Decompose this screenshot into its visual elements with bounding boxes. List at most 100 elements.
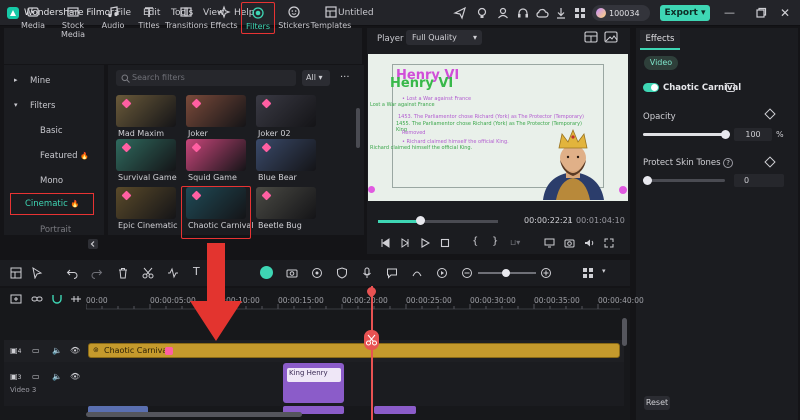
filter-tile[interactable]: Survival Game — [116, 139, 178, 182]
filter-tile[interactable]: Blue Bear — [256, 139, 318, 182]
send-icon[interactable] — [453, 6, 467, 20]
chevron-right-icon[interactable]: ▸ — [14, 76, 18, 84]
download-icon[interactable] — [554, 6, 568, 20]
volume-icon[interactable] — [584, 238, 595, 248]
preview-canvas[interactable]: Henry VI Henry VI • Lost a War against F… — [368, 54, 628, 201]
cloud-upload-icon[interactable] — [535, 6, 549, 20]
zoom-out-icon[interactable] — [461, 267, 473, 279]
eye-icon[interactable]: 👁 — [70, 372, 80, 381]
zoom-slider-handle[interactable] — [502, 269, 510, 277]
layout-icon[interactable] — [10, 267, 22, 279]
opacity-slider-handle[interactable] — [721, 130, 730, 139]
filter-tile[interactable]: Joker — [186, 95, 248, 138]
camera-icon[interactable] — [564, 238, 575, 248]
motion-icon[interactable] — [411, 267, 423, 279]
timeline-vertical-scrollbar[interactable] — [622, 318, 627, 346]
audio-edit-icon[interactable] — [167, 267, 179, 279]
credits-badge[interactable]: 100034 — [592, 5, 650, 21]
grid-view-icon[interactable] — [582, 267, 594, 279]
category-featured[interactable]: Featured 🔥 — [40, 151, 89, 161]
quality-select[interactable]: Full Quality ▾ — [406, 30, 482, 45]
image-icon[interactable] — [604, 31, 618, 43]
scrub-handle[interactable] — [416, 216, 425, 225]
minimize-icon[interactable]: — — [724, 6, 738, 20]
stop-icon[interactable] — [440, 238, 450, 248]
filter-tile[interactable]: Epic Cinematic — [116, 187, 178, 230]
tab-stickers[interactable]: Stickers — [276, 2, 312, 34]
skin-slider-handle[interactable] — [643, 176, 652, 185]
eye-icon[interactable]: 👁 — [70, 346, 80, 355]
mute-icon[interactable]: 🔈 — [52, 372, 62, 381]
add-track-icon[interactable] — [10, 294, 22, 304]
snapshot-icon[interactable] — [584, 31, 598, 43]
restore-icon[interactable] — [754, 6, 768, 20]
chevron-down-icon[interactable]: ▾ — [602, 267, 606, 275]
undo-icon[interactable] — [66, 267, 78, 279]
canvas-handle[interactable] — [368, 186, 375, 193]
magnet-icon[interactable] — [51, 294, 63, 304]
category-mono[interactable]: Mono — [40, 176, 63, 186]
help-icon[interactable]: ? — [723, 158, 733, 168]
fullscreen-icon[interactable] — [604, 238, 614, 248]
tab-templates[interactable]: Templates — [310, 2, 352, 34]
account-icon[interactable] — [496, 6, 510, 20]
delete-icon[interactable] — [117, 267, 129, 279]
mark-in-icon[interactable]: { — [472, 236, 478, 247]
step-back-icon[interactable] — [380, 238, 390, 248]
effect-clip[interactable]: ⊚ Chaotic Carnival — [88, 343, 620, 358]
folder-icon[interactable]: ▭ — [32, 346, 40, 355]
skin-value[interactable]: 0 — [734, 174, 784, 187]
category-basic[interactable]: Basic — [40, 126, 63, 136]
redo-icon[interactable] — [91, 267, 103, 279]
audio-clip[interactable] — [374, 406, 416, 414]
category-portrait[interactable]: Portrait — [40, 225, 71, 235]
grid-scrollbar[interactable] — [356, 108, 360, 148]
keyframe-tool-icon[interactable] — [286, 267, 298, 279]
more-options-icon[interactable]: ··· — [340, 72, 350, 83]
timeline-horizontal-scrollbar[interactable] — [86, 412, 302, 417]
tab-transitions[interactable]: Transitions — [165, 2, 208, 34]
play-icon[interactable] — [420, 238, 430, 248]
monitor-icon[interactable] — [544, 238, 555, 248]
tab-effects-props[interactable]: Effects — [640, 30, 680, 50]
ai-smart-icon[interactable] — [260, 266, 273, 279]
filter-type-select[interactable]: All ▾ — [302, 70, 330, 86]
filter-tile[interactable]: Mad Maxim — [116, 95, 178, 138]
reset-button[interactable]: Reset — [644, 396, 670, 410]
shield-icon[interactable] — [336, 267, 348, 279]
close-icon[interactable]: ✕ — [780, 6, 794, 20]
chevron-down-icon[interactable]: ▾ — [14, 101, 18, 109]
export-button[interactable]: Export ▾ — [660, 5, 710, 21]
scissors-icon[interactable] — [142, 267, 154, 279]
play-back-icon[interactable] — [400, 238, 410, 248]
marker-dropdown-icon[interactable]: ⊔▾ — [510, 238, 520, 247]
folder-icon[interactable]: ▭ — [32, 372, 40, 381]
lightbulb-icon[interactable] — [475, 6, 489, 20]
grid-apps-icon[interactable] — [573, 6, 587, 20]
filter-tile[interactable]: Squid Game — [186, 139, 248, 182]
collapse-panel-button[interactable] — [88, 239, 98, 249]
subtab-video[interactable]: Video — [644, 56, 678, 70]
headset-icon[interactable] — [516, 6, 530, 20]
category-cinematic[interactable]: Cinematic 🔥 — [10, 193, 94, 215]
search-input[interactable]: Search filters — [116, 70, 296, 86]
tab-stock-media[interactable]: Stock Media — [51, 2, 95, 39]
canvas-handle[interactable] — [619, 186, 627, 194]
compare-icon[interactable] — [725, 82, 736, 93]
mute-icon[interactable]: 🔈 — [52, 346, 62, 355]
tab-filters[interactable]: Filters — [241, 2, 275, 34]
playhead[interactable] — [371, 286, 373, 420]
zoom-in-icon[interactable] — [540, 267, 552, 279]
video-clip[interactable]: King Henry — [283, 363, 344, 403]
snap-icon[interactable] — [70, 294, 82, 304]
ripple-icon[interactable] — [311, 267, 323, 279]
mark-out-icon[interactable]: } — [492, 236, 498, 247]
select-tool-icon[interactable] — [31, 267, 43, 279]
skin-slider-track[interactable] — [643, 179, 725, 182]
render-icon[interactable] — [436, 267, 448, 279]
tab-titles[interactable]: Titles — [128, 2, 170, 34]
link-icon[interactable] — [31, 294, 43, 304]
split-scissors-icon[interactable] — [364, 330, 379, 350]
speech-icon[interactable] — [386, 267, 398, 279]
effect-toggle[interactable] — [643, 83, 659, 92]
